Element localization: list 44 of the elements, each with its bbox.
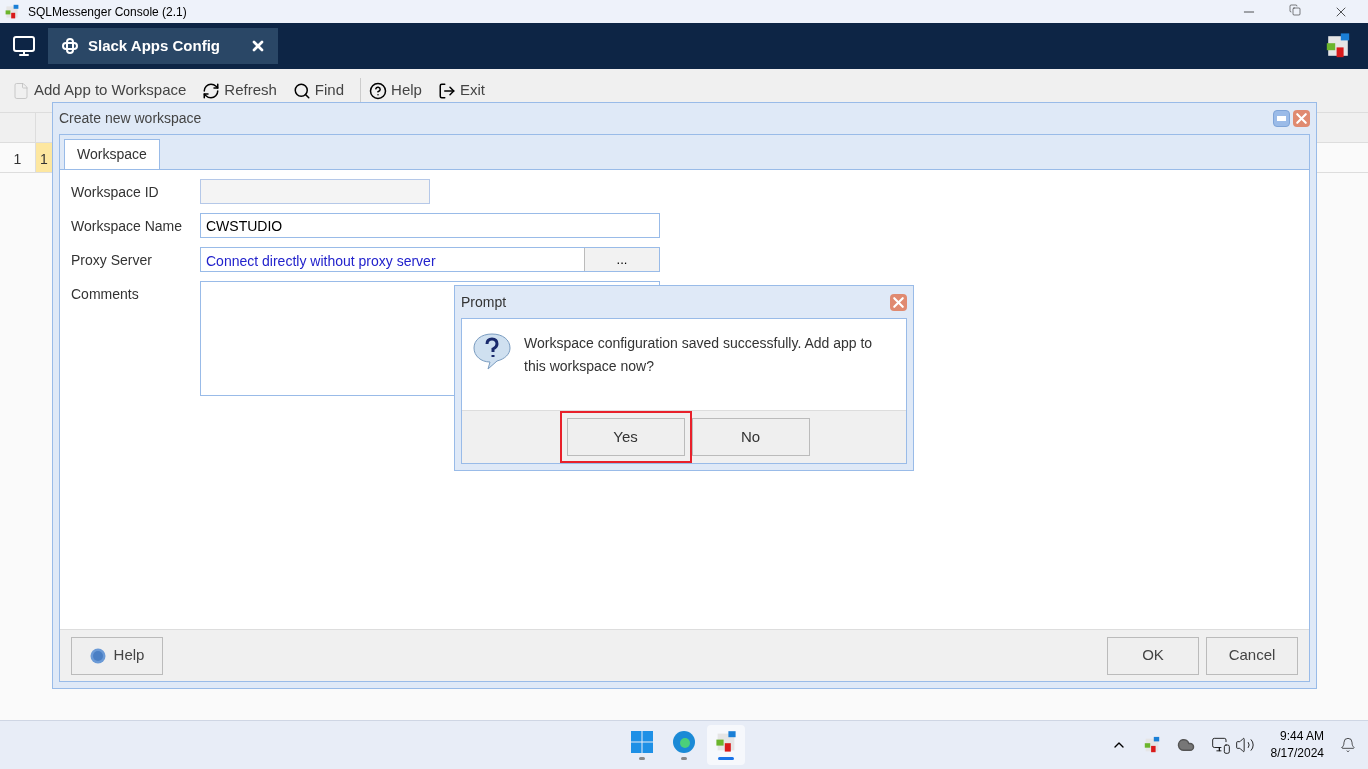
- grid-icon: [60, 36, 80, 56]
- module-tab[interactable]: Slack Apps Config: [48, 28, 278, 64]
- taskbar-app[interactable]: [707, 725, 745, 765]
- clock-date[interactable]: 8/17/2024: [1270, 745, 1324, 762]
- dialog-title: Create new workspace: [59, 109, 202, 128]
- help-button[interactable]: Help: [71, 636, 163, 675]
- clock-time[interactable]: 9:44 AM: [1279, 728, 1324, 745]
- prompt-button[interactable]: No: [691, 418, 810, 456]
- windows-logo-icon: [630, 730, 654, 754]
- speaker-icon[interactable]: [1234, 735, 1255, 755]
- close-icon[interactable]: [250, 38, 266, 54]
- maximize-icon[interactable]: [1273, 110, 1290, 127]
- toolbar-button[interactable]: Exit: [437, 79, 485, 102]
- prompt-button[interactable]: Yes: [566, 418, 685, 456]
- prompt-title: Prompt: [461, 292, 507, 312]
- dialog-button[interactable]: OK: [1107, 636, 1199, 675]
- app-logo-icon: [1142, 736, 1161, 754]
- field-label: Comments: [71, 285, 140, 304]
- field-label: Workspace ID: [71, 183, 160, 202]
- question-bubble-icon: [472, 331, 512, 371]
- dialog-tab[interactable]: Workspace: [64, 139, 160, 169]
- cloud-icon[interactable]: [1176, 736, 1195, 754]
- text-field[interactable]: CWSTUDIO: [200, 213, 660, 238]
- toolbar-button[interactable]: Add App to Workspace: [12, 79, 187, 102]
- document-icon: [12, 81, 30, 100]
- brand-logo-icon: [1324, 32, 1352, 60]
- tab-label: Slack Apps Config: [88, 35, 220, 56]
- app-logo-icon: [4, 3, 20, 20]
- prompt-message: Workspace configuration saved successfully. Add app to this workspace now?: [524, 334, 874, 376]
- exit-icon: [437, 81, 456, 100]
- toolbar-button[interactable]: Help: [369, 79, 422, 102]
- search-icon: [292, 81, 311, 100]
- field-label: Workspace Name: [71, 217, 183, 236]
- monitor-icon[interactable]: [12, 34, 36, 58]
- app-logo-icon: [714, 730, 738, 754]
- toolbar-button[interactable]: Find: [292, 79, 345, 102]
- notification-icon[interactable]: [1340, 737, 1356, 753]
- dialog-button[interactable]: Cancel: [1206, 636, 1298, 675]
- refresh-icon: [202, 81, 221, 100]
- field-label: Proxy Server: [71, 251, 153, 270]
- browser-icon: [672, 730, 696, 754]
- network-icon[interactable]: [1210, 735, 1231, 755]
- window-title: SQLMessenger Console (2.1): [28, 3, 187, 21]
- toolbar-button[interactable]: Refresh: [202, 79, 277, 102]
